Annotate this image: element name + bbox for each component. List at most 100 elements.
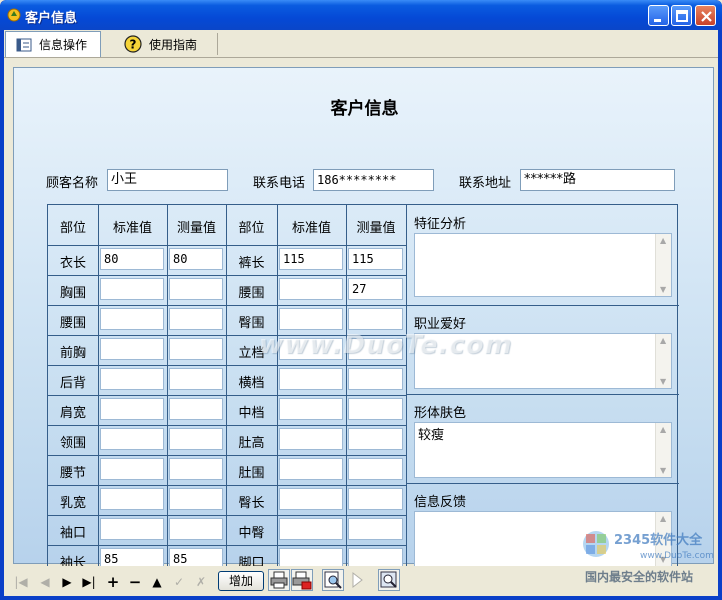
title-bar[interactable]: 客户信息 (0, 0, 722, 30)
preview-button[interactable] (322, 569, 344, 591)
scroll-down-icon[interactable]: ▼ (660, 377, 666, 386)
part-label: 后背 (59, 376, 86, 391)
memo-textarea[interactable]: ▲ ▼ (414, 233, 672, 297)
grid-row-divider (48, 395, 406, 396)
prior-record-icon[interactable]: ◀ (36, 573, 54, 591)
phone-input[interactable]: 186******** (313, 169, 434, 191)
standard-value-input[interactable] (100, 518, 164, 540)
maximize-button[interactable] (671, 5, 692, 26)
standard-value-input[interactable] (100, 308, 164, 330)
measured-value-input[interactable] (169, 488, 223, 510)
watermark-logo-text: 2345软件大全 (614, 532, 703, 548)
scroll-down-icon[interactable]: ▼ (660, 285, 666, 294)
measured-value-input[interactable]: 27 (348, 278, 403, 300)
standard-value-input[interactable] (100, 338, 164, 360)
watermark-text: www.DuoTe.com (259, 330, 513, 360)
measured-value-input[interactable] (169, 428, 223, 450)
part-label: 中臀 (238, 526, 265, 541)
print-button[interactable] (268, 569, 290, 591)
last-record-icon[interactable]: ▶| (80, 573, 98, 591)
measured-value-input[interactable]: 80 (169, 248, 223, 270)
standard-value-input[interactable] (279, 458, 343, 480)
part-label: 腰围 (238, 286, 265, 301)
memo-divider (406, 483, 679, 484)
measured-value-input[interactable] (169, 278, 223, 300)
measured-value-input[interactable] (169, 518, 223, 540)
standard-value-input[interactable] (279, 518, 343, 540)
standard-value-input[interactable] (100, 278, 164, 300)
grid-row-divider (48, 305, 406, 306)
scroll-up-icon[interactable]: ▲ (660, 336, 666, 345)
measured-value-input[interactable] (169, 308, 223, 330)
zoom-button[interactable] (378, 569, 400, 591)
address-input[interactable]: ******路 (520, 169, 675, 191)
grid-header-2: 测量值 (176, 221, 216, 236)
delete-record-icon[interactable]: − (126, 573, 144, 591)
memo-scrollbar[interactable]: ▲ ▼ (655, 334, 671, 388)
close-button[interactable] (695, 5, 716, 26)
post-record-icon[interactable]: ✓ (170, 573, 188, 591)
grid-header-divider (48, 245, 406, 246)
measured-value-input[interactable] (169, 338, 223, 360)
play-icon (352, 571, 363, 589)
part-label: 腰围 (59, 316, 86, 331)
standard-value-input[interactable] (100, 428, 164, 450)
standard-value-input[interactable] (279, 308, 343, 330)
measured-value-input[interactable] (348, 428, 403, 450)
cancel-record-icon[interactable]: ✗ (192, 573, 210, 591)
minimize-button[interactable] (648, 5, 669, 26)
add-button[interactable]: 增加 (218, 571, 264, 591)
part-label: 横档 (238, 376, 265, 391)
standard-value-input[interactable] (100, 458, 164, 480)
scroll-down-icon[interactable]: ▼ (660, 466, 666, 475)
part-label: 腰节 (59, 466, 86, 481)
standard-value-input[interactable]: 80 (100, 248, 164, 270)
customer-name-input[interactable]: 小王 (107, 169, 228, 191)
standard-value-input[interactable]: 115 (279, 248, 343, 270)
memo-scrollbar[interactable]: ▲ ▼ (655, 234, 671, 296)
tab-label: 信息操作 (39, 38, 88, 52)
part-label: 领围 (59, 436, 86, 451)
standard-value-input[interactable] (279, 368, 343, 390)
standard-value-input[interactable] (100, 368, 164, 390)
grid-row-divider (48, 515, 406, 516)
insert-record-icon[interactable]: + (104, 573, 122, 591)
measured-value-input[interactable] (348, 458, 403, 480)
memo-scrollbar[interactable]: ▲ ▼ (655, 423, 671, 477)
measured-value-input[interactable] (348, 398, 403, 420)
window-title: 客户信息 (25, 11, 78, 26)
standard-value-input[interactable] (100, 398, 164, 420)
app-window: 客户信息 信息操作 ? 使用指南 客户信息 顾客名称 小王 联系电话 186**… (0, 0, 722, 600)
measured-value-input[interactable] (348, 488, 403, 510)
app-icon (7, 8, 21, 22)
measured-value-input[interactable] (348, 518, 403, 540)
grid-row-divider (48, 455, 406, 456)
print-close-button[interactable] (291, 569, 313, 591)
client-area: 信息操作 ? 使用指南 客户信息 顾客名称 小王 联系电话 186*******… (4, 30, 718, 596)
measured-value-input[interactable] (169, 458, 223, 480)
measured-value-input[interactable] (348, 368, 403, 390)
measured-value-input[interactable] (348, 308, 403, 330)
tab-info-operation[interactable]: 信息操作 (5, 31, 101, 57)
part-label: 肚高 (238, 436, 265, 451)
first-record-icon[interactable]: |◀ (12, 573, 30, 591)
part-label: 臀长 (238, 496, 265, 511)
scroll-up-icon[interactable]: ▲ (660, 236, 666, 245)
scroll-up-icon[interactable]: ▲ (660, 425, 666, 434)
standard-value-input[interactable] (100, 488, 164, 510)
standard-value-input[interactable] (279, 278, 343, 300)
grid-column-divider (346, 205, 347, 573)
standard-value-input[interactable] (279, 488, 343, 510)
memo-divider (406, 394, 679, 395)
next-record-icon[interactable]: ▶ (58, 573, 76, 591)
tab-user-guide[interactable]: ? 使用指南 (114, 31, 214, 57)
play-button[interactable] (346, 569, 368, 591)
memo-textarea[interactable]: 较瘦 ▲ ▼ (414, 422, 672, 478)
standard-value-input[interactable] (279, 398, 343, 420)
measured-value-input[interactable] (169, 368, 223, 390)
measured-value-input[interactable]: 115 (348, 248, 403, 270)
standard-value-input[interactable] (279, 428, 343, 450)
measured-value-input[interactable] (169, 398, 223, 420)
edit-record-icon[interactable]: ▲ (148, 573, 166, 591)
grid-column-divider (98, 205, 99, 573)
